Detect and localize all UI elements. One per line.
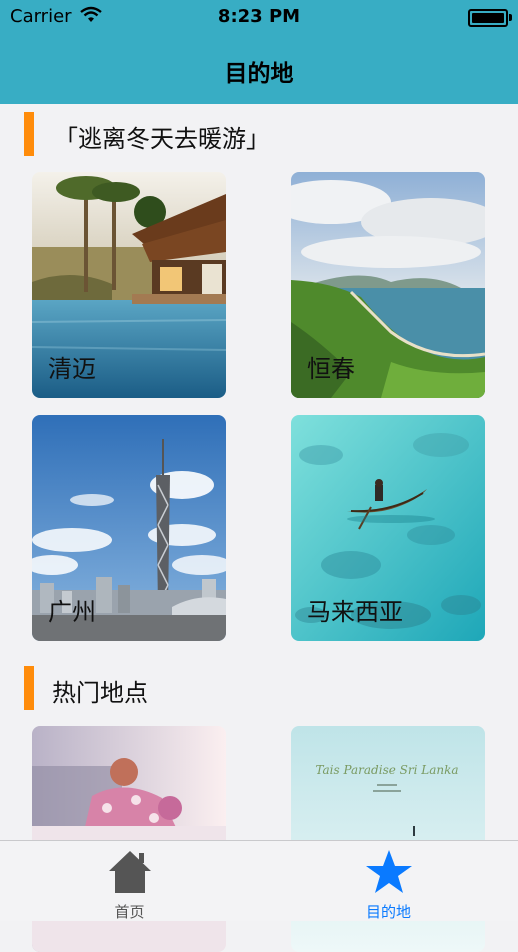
destination-card-chiangmai[interactable]: 清迈 (32, 172, 226, 398)
hot-place-caption: Tais Paradise Sri Lanka (315, 763, 458, 777)
destination-name: 马来西亚 (307, 598, 403, 626)
nav-bar: 目的地 (0, 34, 518, 104)
tab-label: 目的地 (365, 903, 411, 921)
tab-home[interactable]: 首页 (0, 841, 259, 921)
section-title: 热门地点 (52, 679, 148, 707)
section-accent-bar (24, 112, 34, 156)
tab-destinations[interactable]: 目的地 (259, 841, 518, 921)
star-icon (366, 850, 412, 893)
destination-name: 广州 (48, 598, 96, 626)
destination-card-hengchun[interactable]: 恒春 (291, 172, 485, 398)
section-accent-bar (24, 666, 34, 710)
battery-icon (468, 9, 512, 27)
clock: 8:23 PM (217, 6, 301, 27)
destination-card-guangzhou[interactable]: 广州 (32, 415, 226, 641)
destination-name: 清迈 (48, 355, 96, 383)
destination-card-malaysia[interactable]: 马来西亚 (291, 415, 485, 641)
status-bar: Carrier 8:23 PM (0, 0, 518, 34)
section-title: 「逃离冬天去暖游」 (54, 125, 270, 153)
home-icon (109, 851, 151, 893)
page-title: 目的地 (224, 61, 294, 87)
destination-name: 恒春 (307, 355, 355, 383)
tab-label: 首页 (114, 903, 145, 921)
tab-bar: 首页 目的地 (0, 840, 518, 921)
